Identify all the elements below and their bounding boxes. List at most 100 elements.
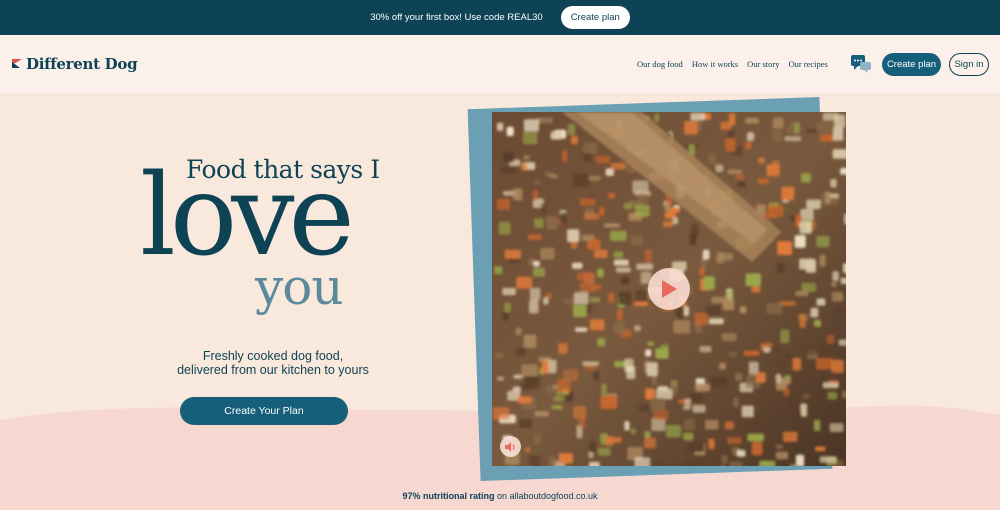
food-speck (616, 309, 623, 321)
food-speck (541, 360, 549, 374)
food-speck (519, 419, 532, 428)
food-speck (691, 224, 699, 237)
food-speck (552, 384, 559, 389)
food-speck (708, 438, 715, 449)
food-speck (737, 182, 747, 187)
nav-our-recipes[interactable]: Our recipes (788, 59, 827, 69)
food-speck (597, 447, 611, 456)
hero-video[interactable] (492, 112, 846, 466)
food-speck (624, 421, 630, 431)
food-speck (608, 292, 615, 303)
food-speck (826, 334, 835, 344)
food-speck (594, 249, 608, 258)
food-speck (718, 253, 733, 261)
food-speck (831, 281, 837, 287)
food-speck (551, 405, 563, 410)
food-speck (534, 179, 541, 185)
food-speck (558, 343, 568, 354)
food-speck (775, 373, 782, 383)
food-speck (705, 419, 719, 430)
food-speck (614, 322, 625, 334)
food-speck (646, 362, 658, 377)
food-speck (504, 249, 521, 259)
food-speck (573, 406, 587, 419)
food-speck (799, 221, 812, 234)
nav-our-dog-food[interactable]: Our dog food (637, 59, 683, 69)
food-speck (657, 462, 663, 466)
food-speck (751, 441, 763, 456)
chat-bubbles-icon[interactable] (851, 55, 871, 73)
nav-how-it-works[interactable]: How it works (692, 59, 738, 69)
food-speck (556, 391, 569, 396)
food-speck (684, 120, 698, 135)
speaker-icon (505, 441, 515, 452)
food-speck (565, 368, 574, 381)
food-speck (831, 291, 843, 302)
food-speck (776, 263, 785, 273)
promo-text: 30% off your first box! Use code REAL30 (370, 12, 543, 23)
food-speck (644, 431, 651, 439)
hero-subtitle-line-2: delivered from our kitchen to yours (177, 363, 369, 377)
food-speck (634, 325, 641, 332)
food-speck (494, 266, 503, 275)
food-speck (520, 162, 527, 171)
food-speck (683, 419, 695, 431)
sign-in-button[interactable]: Sign in (949, 53, 989, 76)
food-speck (529, 287, 541, 301)
food-speck (546, 216, 558, 230)
food-speck (589, 319, 605, 331)
food-speck (735, 174, 745, 180)
food-speck (832, 271, 839, 281)
food-speck (567, 123, 576, 135)
food-speck (831, 359, 844, 373)
nutritional-rating: 97% nutritional rating on allaboutdogfoo… (0, 491, 1000, 501)
food-speck (792, 358, 801, 371)
food-speck (739, 306, 747, 314)
food-speck (634, 204, 650, 217)
food-speck (534, 218, 544, 229)
create-plan-button[interactable]: Create plan (882, 53, 941, 76)
food-speck (548, 455, 556, 466)
food-speck (573, 292, 589, 304)
food-speck (690, 112, 706, 121)
food-speck (523, 155, 530, 160)
rating-source[interactable]: on allaboutdogfood.co.uk (497, 491, 598, 501)
food-speck (589, 441, 596, 453)
food-speck (801, 282, 817, 292)
food-speck (506, 126, 514, 136)
food-speck (632, 180, 649, 195)
play-button[interactable] (648, 268, 690, 310)
food-speck (794, 235, 806, 248)
food-speck (734, 373, 743, 381)
food-speck (550, 131, 562, 140)
main-nav: Our dog food How it works Our story Our … (637, 59, 828, 69)
food-speck (816, 358, 833, 370)
food-speck (842, 390, 846, 399)
food-speck (623, 202, 632, 210)
promo-create-plan-button[interactable]: Create plan (560, 6, 630, 29)
food-speck (529, 300, 539, 314)
food-speck (496, 122, 504, 131)
food-speck (840, 277, 846, 284)
food-speck (656, 388, 673, 400)
food-speck (829, 423, 844, 432)
food-speck (610, 162, 626, 170)
food-speck (571, 136, 578, 145)
food-speck (595, 155, 610, 164)
nav-our-story[interactable]: Our story (747, 59, 779, 69)
logo[interactable]: Different Dog (12, 55, 138, 73)
food-speck (728, 351, 738, 357)
create-your-plan-button[interactable]: Create Your Plan (180, 397, 348, 425)
headline-love: love (140, 151, 355, 281)
food-speck (634, 457, 651, 466)
food-speck (771, 129, 782, 142)
food-speck (733, 397, 739, 407)
food-speck (496, 198, 510, 210)
food-speck (514, 348, 526, 356)
sound-button[interactable] (500, 436, 521, 457)
food-speck (780, 329, 790, 344)
headline-you: you (255, 258, 344, 316)
food-speck (822, 382, 839, 389)
food-speck (502, 287, 516, 296)
food-speck (517, 396, 532, 404)
